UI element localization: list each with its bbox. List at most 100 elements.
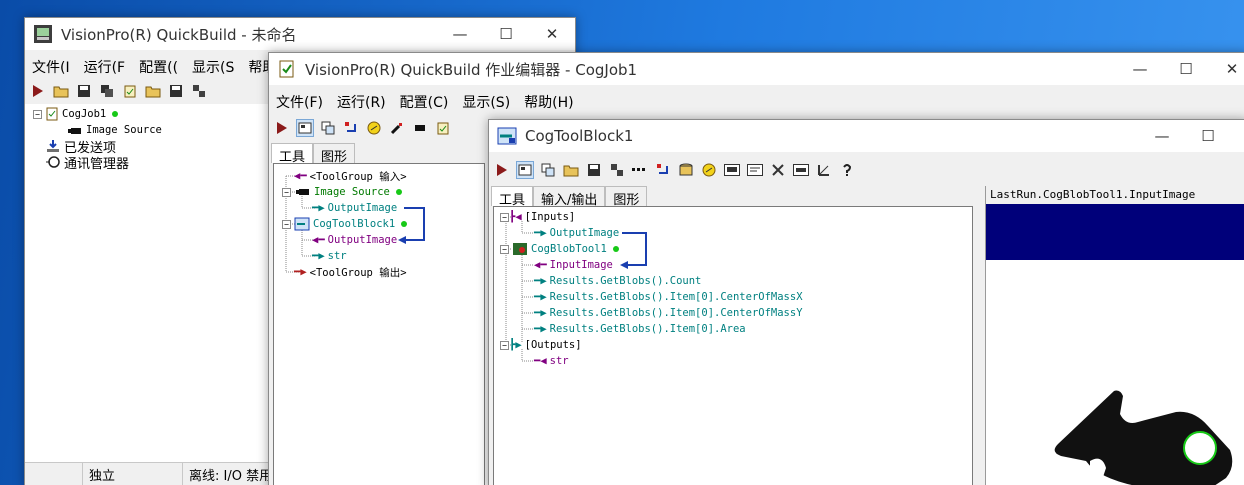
- toolblock-app-icon: [497, 126, 517, 146]
- link-icon[interactable]: [700, 161, 718, 179]
- output-arrow-icon: ━▶: [312, 250, 325, 262]
- record-icon[interactable]: [411, 119, 429, 137]
- save-icon[interactable]: [585, 161, 603, 179]
- tree-item-result-center-y[interactable]: ━▶ Results.GetBlobs().Item[0].CenterOfMa…: [534, 305, 803, 321]
- tree-item-result-center-x[interactable]: ━▶ Results.GetBlobs().Item[0].CenterOfMa…: [534, 289, 803, 305]
- menu-help[interactable]: 帮助(H): [517, 92, 580, 112]
- database-icon[interactable]: [677, 161, 695, 179]
- open-icon[interactable]: [562, 161, 580, 179]
- minimize-button[interactable]: —: [1117, 53, 1163, 85]
- tree-item-output-image-input[interactable]: ◀━ OutputImage: [312, 232, 397, 248]
- quickbuild-app-icon: [33, 24, 53, 44]
- maximize-button[interactable]: ☐: [1163, 53, 1209, 85]
- tree-item-cogjob1[interactable]: − CogJob1: [33, 106, 119, 122]
- tree-item-result-count[interactable]: ━▶ Results.GetBlobs().Count: [534, 273, 701, 289]
- tree-item-outputs[interactable]: − ┣▶ [Outputs]: [500, 337, 582, 353]
- input-arrow-icon: ◀━: [534, 259, 547, 271]
- menu-view[interactable]: 显示(S: [185, 57, 241, 77]
- menu-file[interactable]: 文件(I: [25, 57, 77, 77]
- network-icon[interactable]: [190, 82, 208, 100]
- measure-icon[interactable]: [815, 161, 833, 179]
- tab-tools[interactable]: 工具: [491, 186, 534, 208]
- open-icon[interactable]: [52, 82, 70, 100]
- minimize-button[interactable]: —: [1139, 120, 1185, 152]
- tree-label: str: [327, 250, 347, 262]
- collapse-icon[interactable]: −: [282, 187, 291, 197]
- tab-inputs-outputs[interactable]: 输入/输出: [533, 186, 606, 208]
- tool-box-icon[interactable]: [319, 119, 337, 137]
- output-arrow-icon: ━▶: [534, 227, 547, 239]
- title-bar[interactable]: CogToolBlock1 — ☐: [489, 120, 1244, 152]
- close-button[interactable]: ✕: [1209, 53, 1244, 85]
- tree-item-str[interactable]: ━◀ str: [534, 353, 569, 369]
- tree-item-toolgroup-inputs[interactable]: ◀━ <ToolGroup 输入>: [294, 168, 407, 184]
- tab-graphics[interactable]: 图形: [605, 186, 648, 208]
- terminal-icon[interactable]: [746, 161, 764, 179]
- tree-item-result-area[interactable]: ━▶ Results.GetBlobs().Item[0].Area: [534, 321, 746, 337]
- run-icon[interactable]: [29, 82, 47, 100]
- save-all-icon[interactable]: [98, 82, 116, 100]
- tree-label: <ToolGroup 输入>: [309, 170, 407, 183]
- tree-item-output-image[interactable]: ━▶ OutputImage: [534, 225, 619, 241]
- maximize-button[interactable]: ☐: [483, 18, 529, 50]
- save-icon-2[interactable]: [167, 82, 185, 100]
- tools-icon[interactable]: [769, 161, 787, 179]
- show-results-icon[interactable]: [516, 161, 534, 179]
- title-bar[interactable]: VisionPro(R) QuickBuild - 未命名 — ☐ ✕: [25, 18, 575, 50]
- tree-item-cogtoolblock1[interactable]: − CogToolBlock1: [282, 216, 408, 232]
- save-icon[interactable]: [75, 82, 93, 100]
- menu-run[interactable]: 运行(R): [330, 92, 393, 112]
- tree-label: OutputImage: [327, 234, 398, 246]
- editor-tabs: 工具 图形: [271, 143, 356, 165]
- reset-icon[interactable]: [654, 161, 672, 179]
- tool-box-icon[interactable]: [539, 161, 557, 179]
- show-results-icon[interactable]: [296, 119, 314, 137]
- dots-icon[interactable]: [631, 161, 649, 179]
- image-display[interactable]: LastRun.CogBlobTool1.InputImage: [985, 186, 1244, 485]
- menu-config[interactable]: 配置(C): [393, 92, 456, 112]
- debug-icon[interactable]: [792, 161, 810, 179]
- clipboard-icon[interactable]: [434, 119, 452, 137]
- numeric-icon[interactable]: [723, 161, 741, 179]
- link-icon[interactable]: [365, 119, 383, 137]
- tree-item-comm-manager[interactable]: 通讯管理器: [45, 154, 129, 172]
- collapse-icon[interactable]: −: [500, 212, 509, 222]
- tree-item-image-source[interactable]: − Image Source: [282, 184, 402, 200]
- open-folder-icon[interactable]: [144, 82, 162, 100]
- network-icon[interactable]: [608, 161, 626, 179]
- collapse-icon[interactable]: −: [33, 109, 42, 119]
- collapse-icon[interactable]: −: [500, 244, 509, 254]
- tree-item-output-image[interactable]: ━▶ OutputImage: [312, 200, 397, 216]
- collapse-icon[interactable]: −: [500, 340, 509, 350]
- help-icon[interactable]: [838, 161, 856, 179]
- tree-label: [Inputs]: [524, 211, 576, 223]
- status-dot-icon: [395, 189, 402, 195]
- tab-tools[interactable]: 工具: [271, 143, 314, 165]
- input-arrow-icon: ━◀: [534, 355, 547, 367]
- maximize-button[interactable]: ☐: [1185, 120, 1231, 152]
- camera-icon: [296, 189, 309, 195]
- tree-item-input-image[interactable]: ◀━ InputImage: [534, 257, 613, 273]
- close-button[interactable]: ✕: [529, 18, 575, 50]
- tab-graphics[interactable]: 图形: [313, 143, 356, 165]
- clipboard-icon[interactable]: [121, 82, 139, 100]
- collapse-icon[interactable]: −: [282, 219, 291, 229]
- run-icon[interactable]: [273, 119, 291, 137]
- title-bar[interactable]: VisionPro(R) QuickBuild 作业编辑器 - CogJob1 …: [269, 53, 1244, 85]
- tree-item-str[interactable]: ━▶ str: [312, 248, 347, 264]
- reset-icon[interactable]: [342, 119, 360, 137]
- menu-view[interactable]: 显示(S): [455, 92, 517, 112]
- run-icon[interactable]: [493, 161, 511, 179]
- tree-item-toolgroup-outputs[interactable]: ━▶ <ToolGroup 输出>: [294, 264, 407, 280]
- menu-config[interactable]: 配置((: [132, 57, 185, 77]
- tree-label: Results.GetBlobs().Item[0].CenterOfMassY: [549, 307, 803, 319]
- toolblock-icon: [294, 217, 310, 231]
- brush-icon[interactable]: [388, 119, 406, 137]
- menu-run[interactable]: 运行(F: [77, 57, 133, 77]
- tree-item-inputs[interactable]: − ┣◀ [Inputs]: [500, 209, 575, 225]
- minimize-button[interactable]: —: [437, 18, 483, 50]
- job-tree: − CogJob1 Image Source 已发送项 通讯管理器: [25, 104, 275, 462]
- tree-item-cogblobtool1[interactable]: − CogBlobTool1: [500, 241, 619, 257]
- menu-file[interactable]: 文件(F): [269, 92, 330, 112]
- tree-label: [Outputs]: [524, 339, 582, 351]
